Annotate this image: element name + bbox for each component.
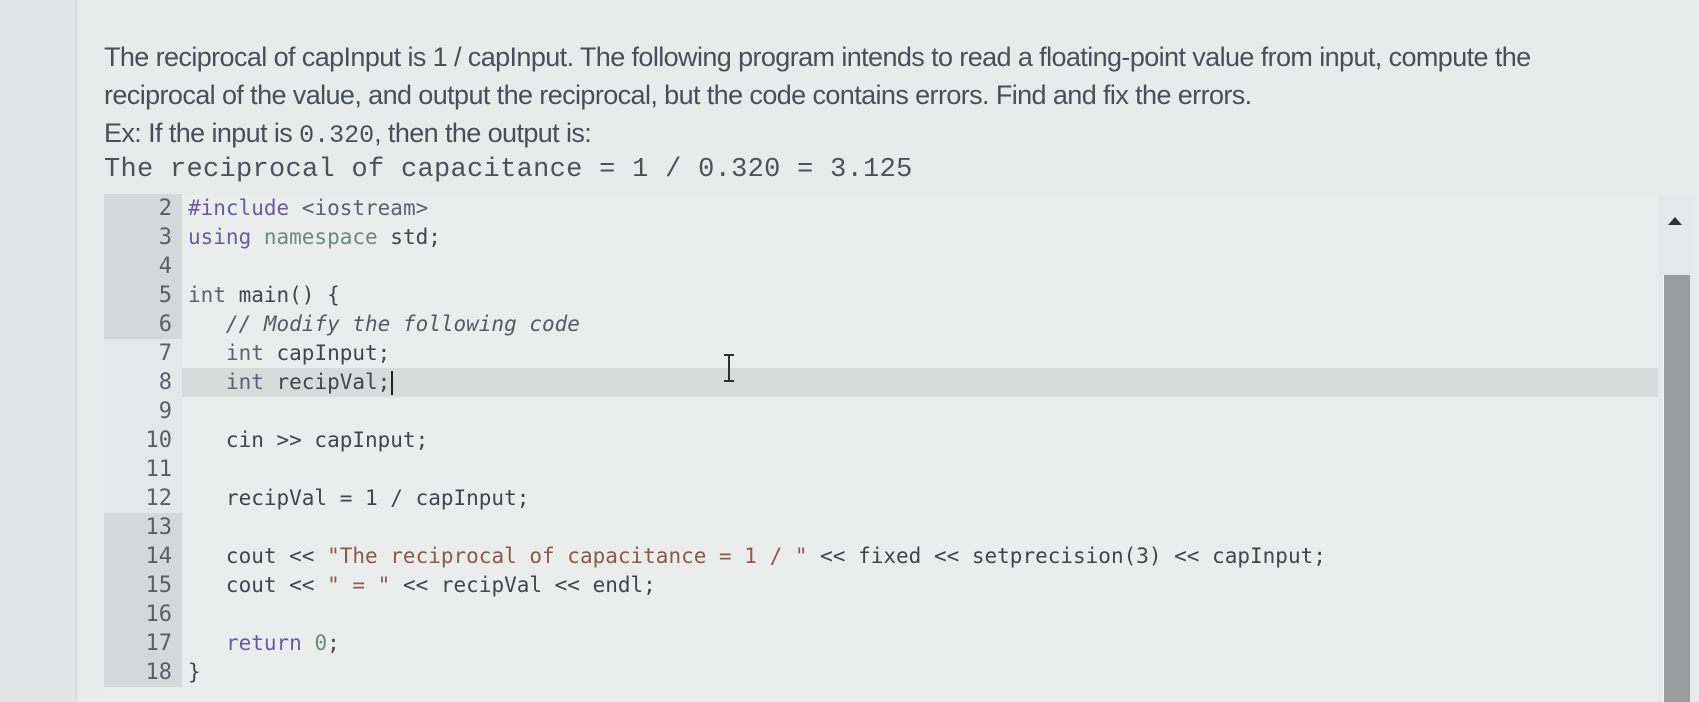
scrollbar-thumb[interactable] xyxy=(1663,275,1690,702)
identifier: recipVal; xyxy=(263,370,391,394)
code-text[interactable]: int capInput; xyxy=(188,339,390,368)
code-line[interactable]: 2 #include <iostream> xyxy=(104,194,1662,223)
type-keyword: int xyxy=(225,370,264,394)
prompt-example-prefix: Ex: If the input is xyxy=(104,118,300,148)
line-number: 7 xyxy=(104,339,182,368)
identifier: << fixed << setprecision(3) << capInput; xyxy=(807,544,1326,568)
text-cursor-ibeam-icon xyxy=(724,354,734,382)
code-text[interactable]: int main() { xyxy=(188,281,340,310)
keyword: return xyxy=(225,631,302,655)
line-number: 9 xyxy=(104,397,182,426)
line-number: 16 xyxy=(104,600,182,629)
text-caret xyxy=(391,371,394,395)
code-text[interactable]: } xyxy=(188,658,201,687)
identifier: capInput; xyxy=(263,341,391,365)
code-line[interactable]: 15 cout << " = " << recipVal << endl; xyxy=(104,571,1662,600)
identifier: std; xyxy=(377,225,441,249)
code-line[interactable]: 17 return 0; xyxy=(104,629,1662,658)
prompt-example-suffix: , then the output is: xyxy=(374,118,592,148)
identifier: cout << xyxy=(188,573,328,597)
code-text[interactable]: cout << " = " << recipVal << endl; xyxy=(188,571,656,600)
type-keyword: int xyxy=(225,341,264,365)
code-text[interactable]: using namespace std; xyxy=(188,223,441,252)
keyword: using xyxy=(188,225,252,249)
line-number: 10 xyxy=(104,426,182,455)
identifier: cout << xyxy=(188,544,328,568)
code-text[interactable]: recipVal = 1 / capInput; xyxy=(188,484,529,513)
line-number: 6 xyxy=(104,310,182,339)
line-number: 18 xyxy=(104,658,182,687)
string-literal: " = " xyxy=(327,573,391,597)
header-name: <iostream> xyxy=(289,196,429,220)
code-line[interactable]: 18 } xyxy=(104,658,1662,687)
code-line[interactable]: 6 // Modify the following code xyxy=(104,310,1662,339)
type-keyword: int xyxy=(188,283,226,307)
line-number: 3 xyxy=(104,223,182,252)
identifier: << recipVal << endl; xyxy=(390,573,656,597)
code-line[interactable]: 16 xyxy=(104,600,1662,629)
line-number: 12 xyxy=(104,484,182,513)
code-text[interactable]: cout << "The reciprocal of capacitance =… xyxy=(188,542,1326,571)
line-number: 8 xyxy=(104,368,182,397)
code-line[interactable]: 11 xyxy=(104,455,1662,484)
line-number: 14 xyxy=(104,542,182,571)
code-line[interactable]: 14 cout << "The reciprocal of capacitanc… xyxy=(104,542,1662,571)
line-number: 11 xyxy=(104,455,182,484)
line-number: 5 xyxy=(104,281,182,310)
code-line[interactable]: 13 xyxy=(104,513,1662,542)
code-line[interactable]: 5 int main() { xyxy=(104,281,1662,310)
string-literal: "The reciprocal of capacitance = 1 / " xyxy=(327,544,808,568)
line-number: 17 xyxy=(104,629,182,658)
identifier: main() { xyxy=(225,283,340,307)
code-line[interactable]: 9 xyxy=(104,397,1662,426)
number-literal: 0 xyxy=(301,631,328,655)
code-line[interactable]: 3 using namespace std; xyxy=(104,223,1662,252)
punctuation: ; xyxy=(327,631,340,655)
code-text[interactable]: int recipVal; xyxy=(188,368,394,397)
code-comment[interactable]: // Modify the following code xyxy=(188,310,580,339)
scroll-up-arrow-icon[interactable] xyxy=(1668,217,1682,225)
code-text[interactable]: cin >> capInput; xyxy=(188,426,428,455)
code-line[interactable]: 12 recipVal = 1 / capInput; xyxy=(104,484,1662,513)
prompt-line-1: The reciprocal of capInput is 1 / capInp… xyxy=(104,42,1531,72)
active-line-highlight xyxy=(182,368,1662,397)
example-input-value: 0.320 xyxy=(299,121,375,150)
line-number: 13 xyxy=(104,513,182,542)
prompt-line-2: reciprocal of the value, and output the … xyxy=(104,80,1252,110)
preprocessor-directive: #include xyxy=(188,196,290,220)
left-panel-divider xyxy=(0,0,77,702)
code-line[interactable]: 7 int capInput; xyxy=(104,339,1662,368)
example-output: The reciprocal of capacitance = 1 / 0.32… xyxy=(104,155,913,185)
code-text[interactable]: return 0; xyxy=(188,629,340,658)
keyword: namespace xyxy=(251,225,378,249)
code-line[interactable]: 10 cin >> capInput; xyxy=(104,426,1662,455)
line-number: 2 xyxy=(104,194,182,223)
code-editor[interactable]: 2 #include <iostream> 3 using namespace … xyxy=(104,194,1662,702)
line-number: 15 xyxy=(104,571,182,600)
code-line-active[interactable]: 8 int recipVal; xyxy=(104,368,1662,397)
code-text[interactable]: #include <iostream> xyxy=(188,194,428,223)
line-number: 4 xyxy=(104,252,182,281)
prompt-line-3: Ex: If the input is 0.320, then the outp… xyxy=(104,114,1684,155)
code-line[interactable]: 4 xyxy=(104,252,1662,281)
problem-statement: The reciprocal of capInput is 1 / capInp… xyxy=(104,38,1684,155)
